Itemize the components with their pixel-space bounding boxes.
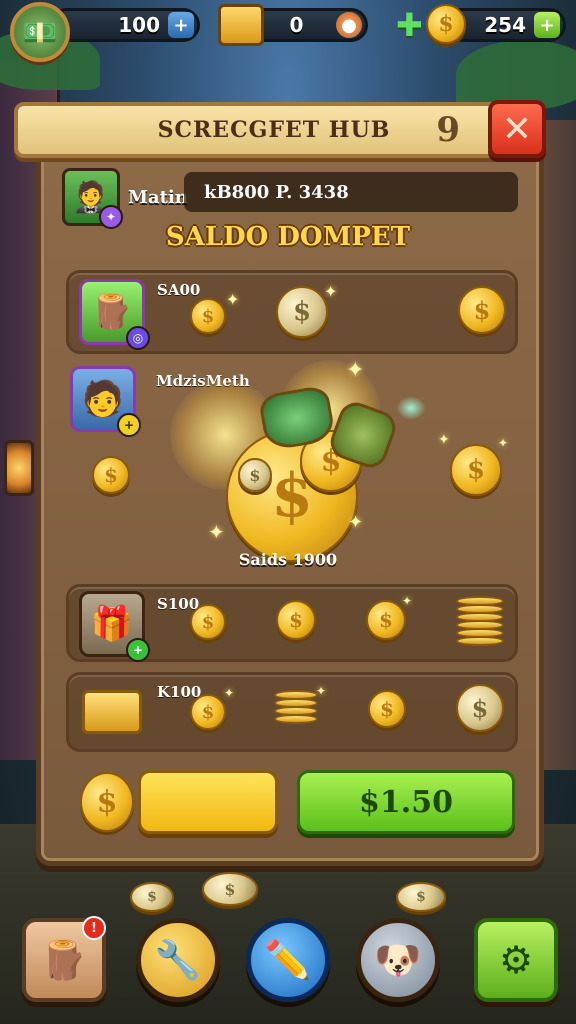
sparkle-icon: ✦ <box>324 282 338 301</box>
coin-stack-icon <box>456 596 504 646</box>
player-name: Matin <box>128 186 188 208</box>
yellow-action-button[interactable] <box>138 770 278 834</box>
magic-particle-icon <box>396 396 426 420</box>
coin-icon: $ <box>368 690 406 728</box>
lantern-decoration <box>4 440 34 496</box>
sparkle-icon: ✦ <box>402 594 413 608</box>
add-cash-button[interactable]: + <box>168 12 194 38</box>
sparkle-icon: ✦ <box>438 432 450 448</box>
notification-badge: ! <box>82 916 106 940</box>
coin-icon: $ <box>190 694 226 730</box>
sparkle-icon: ✦ <box>346 358 365 383</box>
wallet-balance: Saids 1900 <box>238 550 338 569</box>
pet-face-icon: 🐶 <box>374 937 422 982</box>
tools-button[interactable]: 🔧 <box>136 918 220 1002</box>
gold-coin-icon: $ <box>426 4 466 44</box>
coin-icon: $ <box>190 604 226 640</box>
sparkle-icon: ✦ <box>224 686 235 700</box>
sparkle-icon: ✦ <box>498 436 509 450</box>
green-star-icon: ✚ <box>396 6 423 44</box>
panel-header-ribbon: SCRECGFET HUB 9 <box>14 102 534 158</box>
coin-icon: $ <box>396 882 446 912</box>
player-avatar[interactable]: 🤵 ✦ <box>62 168 123 229</box>
pencil-icon: ✏️ <box>264 937 312 982</box>
coin-icon: $ <box>80 772 134 832</box>
sparkle-icon: ✦ <box>348 512 364 533</box>
gold-bars-icon <box>79 679 145 745</box>
player-row: 🤵 ✦ Matin kB800 P. 3438 <box>62 168 522 229</box>
coin-icon: $ <box>366 600 406 640</box>
panel-title: SCRECGFET HUB <box>157 117 391 143</box>
sparkle-icon: ✦ <box>226 290 240 309</box>
character-portrait-icon[interactable]: 🧑 + <box>70 366 141 437</box>
slot-badge-icon: ◎ <box>126 326 150 350</box>
top-resource-bar: 100 + 💵 0 ● 254 + ✚ $ <box>0 0 576 62</box>
pet-button[interactable]: 🐶 <box>356 918 440 1002</box>
coin-icon: $ <box>130 882 174 912</box>
close-button[interactable]: ✕ <box>488 100 546 158</box>
resource-cash-value: 100 <box>118 13 160 37</box>
coin-icon: $ <box>276 286 328 338</box>
wood-plank-icon: 🪵 <box>40 937 88 982</box>
coin-icon: $ <box>238 458 272 492</box>
sparkle-icon: ✦ <box>316 684 327 698</box>
settings-button[interactable]: ⚙ <box>474 918 558 1002</box>
coin-icon: $ <box>276 600 316 640</box>
edit-button[interactable]: ✏️ <box>246 918 330 1002</box>
wrench-icon: 🔧 <box>154 937 202 982</box>
treasure-chest-icon <box>218 4 264 46</box>
buy-button[interactable]: $1.50 <box>297 770 515 834</box>
player-info-field: kB800 P. 3438 <box>184 172 518 212</box>
add-badge-icon: + <box>126 638 150 662</box>
level-number: 9 <box>436 110 460 150</box>
resource-cash: 100 + <box>50 8 200 42</box>
coin-icon: $ <box>450 444 502 496</box>
coin-icon: $ <box>458 286 506 334</box>
cash-bundle-icon: 💵 <box>10 2 70 62</box>
coin-icon: $ <box>202 872 258 906</box>
coin-stack-icon <box>274 690 318 724</box>
wood-log-icon: 🪵 ◎ <box>79 279 150 350</box>
coin-icon: $ <box>456 684 504 732</box>
gear-icon: ⚙ <box>498 938 534 982</box>
chest-action-button[interactable]: ● <box>336 12 362 38</box>
add-badge-icon: + <box>117 413 141 437</box>
sparkle-icon: ✦ <box>208 520 225 544</box>
wallet-title: SALDO DOMPET <box>165 222 411 252</box>
coin-icon: $ <box>92 456 130 494</box>
coin-icon: $ <box>190 298 226 334</box>
slot-label: SA00 <box>157 281 201 299</box>
gift-box-icon: 🎁 + <box>79 591 150 662</box>
inventory-button[interactable]: 🪵 ! <box>22 916 106 1002</box>
add-coins-button[interactable]: + <box>534 12 560 38</box>
